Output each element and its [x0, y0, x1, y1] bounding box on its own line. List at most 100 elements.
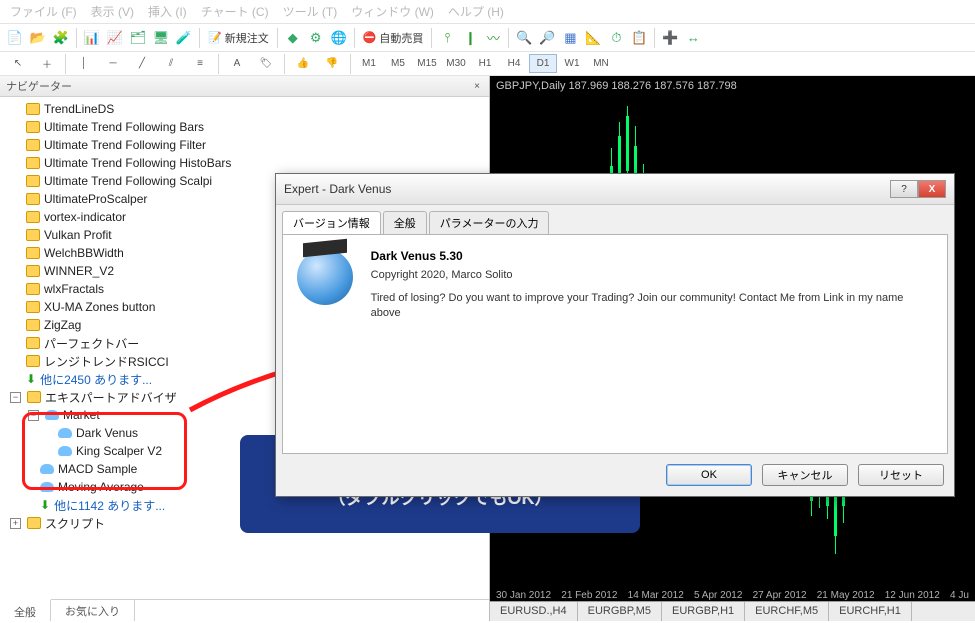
- terminal-icon[interactable]: 🖥: [150, 27, 172, 49]
- indicator-item[interactable]: Ultimate Trend Following Filter: [0, 136, 489, 154]
- help-button[interactable]: ?: [890, 180, 918, 198]
- trendline-icon[interactable]: ╱: [128, 54, 156, 73]
- line-chart-icon[interactable]: 〰: [482, 27, 504, 49]
- vline-icon[interactable]: │: [70, 54, 98, 73]
- tf-h1[interactable]: H1: [471, 54, 499, 73]
- tab-favorites[interactable]: お気に入り: [51, 600, 135, 621]
- navigator-icon[interactable]: 🗂: [127, 27, 149, 49]
- menu-help[interactable]: ヘルプ (H): [448, 3, 504, 20]
- chart-tab[interactable]: EURGBP,M5: [578, 602, 662, 621]
- tf-m5[interactable]: M5: [384, 54, 412, 73]
- indicator-icon: [26, 355, 40, 367]
- templates-icon[interactable]: 📋: [628, 27, 650, 49]
- folder-icon: [27, 517, 41, 529]
- shift-icon[interactable]: ➕: [659, 27, 681, 49]
- indicator-item[interactable]: Ultimate Trend Following HistoBars: [0, 154, 489, 172]
- menu-insert[interactable]: 挿入 (I): [148, 3, 187, 20]
- reset-button[interactable]: リセット: [858, 464, 944, 486]
- menu-bar: ファイル (F) 表示 (V) 挿入 (I) チャート (C) ツール (T) …: [0, 0, 975, 24]
- indicator-item[interactable]: TrendLineDS: [0, 100, 489, 118]
- cancel-button[interactable]: キャンセル: [762, 464, 848, 486]
- navigator-title-bar: ナビゲーター ×: [0, 76, 489, 97]
- cursor-icon[interactable]: ↖: [4, 54, 32, 73]
- crosshair-icon[interactable]: ＋: [33, 54, 61, 73]
- menu-window[interactable]: ウィンドウ (W): [351, 3, 434, 20]
- expand-icon[interactable]: +: [10, 518, 21, 529]
- navigator-tabs: 全般 お気に入り: [0, 599, 489, 621]
- chart-tab[interactable]: EURUSD.,H4: [490, 602, 578, 621]
- tf-m15[interactable]: M15: [413, 54, 441, 73]
- ea-icon: [58, 446, 72, 456]
- indicator-icon: [26, 337, 40, 349]
- indicator-icon: [26, 283, 40, 295]
- zoom-out-icon[interactable]: 🔎: [536, 27, 558, 49]
- metaeditor-icon[interactable]: ◆: [282, 27, 304, 49]
- open-icon[interactable]: 📂: [27, 27, 49, 49]
- tab-inputs[interactable]: パラメーターの入力: [429, 211, 550, 234]
- indicator-item[interactable]: Ultimate Trend Following Bars: [0, 118, 489, 136]
- market-watch-icon[interactable]: 📊: [81, 27, 103, 49]
- dialog-footer: OK キャンセル リセット: [276, 454, 954, 496]
- new-chart-icon[interactable]: 📄: [4, 27, 26, 49]
- navigator-close-icon[interactable]: ×: [471, 81, 483, 92]
- chart-tab[interactable]: EURGBP,H1: [662, 602, 745, 621]
- data-window-icon[interactable]: 📈: [104, 27, 126, 49]
- dialog-title-bar[interactable]: Expert - Dark Venus ? X: [276, 174, 954, 205]
- close-button[interactable]: X: [918, 180, 946, 198]
- bar-chart-icon[interactable]: ⫯: [436, 27, 458, 49]
- fullscreen-icon[interactable]: 🌐: [328, 27, 350, 49]
- chart-tab[interactable]: EURCHF,M5: [745, 602, 829, 621]
- folder-icon: [27, 391, 41, 403]
- fibo-icon[interactable]: ≡: [186, 54, 214, 73]
- indicator-icon: [26, 157, 40, 169]
- tab-version[interactable]: バージョン情報: [282, 211, 381, 234]
- chart-tabs: EURUSD.,H4 EURGBP,M5 EURGBP,H1 EURCHF,M5…: [490, 601, 975, 621]
- menu-view[interactable]: 表示 (V): [91, 3, 134, 20]
- expert-dialog: Expert - Dark Venus ? X バージョン情報 全般 パラメータ…: [275, 173, 955, 497]
- menu-tools[interactable]: ツール (T): [283, 3, 338, 20]
- tf-m1[interactable]: M1: [355, 54, 383, 73]
- new-order-button[interactable]: 📝 新規注文: [204, 30, 273, 46]
- dialog-tabs: バージョン情報 全般 パラメーターの入力: [276, 205, 954, 234]
- hline-icon[interactable]: ─: [99, 54, 127, 73]
- tab-general[interactable]: 全般: [0, 599, 51, 621]
- indicator-icon: [26, 301, 40, 313]
- market-icon: [45, 410, 59, 420]
- tile-icon[interactable]: ▦: [559, 27, 581, 49]
- channel-icon[interactable]: ⫽: [157, 54, 185, 73]
- strategy-icon[interactable]: 🧪: [173, 27, 195, 49]
- indicator-icon: [26, 175, 40, 187]
- periods-icon[interactable]: ⏱: [605, 27, 627, 49]
- tf-h4[interactable]: H4: [500, 54, 528, 73]
- zoom-in-icon[interactable]: 🔍: [513, 27, 535, 49]
- chart-tab[interactable]: EURCHF,H1: [829, 602, 912, 621]
- indicator-icon: [26, 103, 40, 115]
- profile-icon[interactable]: 🧩: [50, 27, 72, 49]
- ea-icon: [58, 428, 72, 438]
- toolbar-drawing: ↖ ＋ │ ─ ╱ ⫽ ≡ A 🏷 👍 👎 M1 M5 M15 M30 H1 H…: [0, 52, 975, 76]
- indicator-icon: [26, 193, 40, 205]
- label-icon[interactable]: 🏷: [252, 54, 280, 73]
- indicators-icon[interactable]: 📐: [582, 27, 604, 49]
- tf-d1[interactable]: D1: [529, 54, 557, 73]
- tf-m30[interactable]: M30: [442, 54, 470, 73]
- candle-chart-icon[interactable]: ❙: [459, 27, 481, 49]
- collapse-icon[interactable]: −: [28, 410, 39, 421]
- tf-w1[interactable]: W1: [558, 54, 586, 73]
- dialog-body: Dark Venus 5.30 Copyright 2020, Marco So…: [282, 234, 948, 454]
- menu-chart[interactable]: チャート (C): [201, 3, 269, 20]
- options-icon[interactable]: ⚙: [305, 27, 327, 49]
- ok-button[interactable]: OK: [666, 464, 752, 486]
- tab-common[interactable]: 全般: [383, 211, 427, 234]
- menu-file[interactable]: ファイル (F): [10, 3, 77, 20]
- tf-mn[interactable]: MN: [587, 54, 615, 73]
- text-icon[interactable]: A: [223, 54, 251, 73]
- scroll-icon[interactable]: ↔: [682, 27, 704, 49]
- collapse-icon[interactable]: −: [10, 392, 21, 403]
- auto-trade-button[interactable]: ⛔ 自動売買: [359, 30, 428, 46]
- thumb-down-icon[interactable]: 👎: [318, 54, 346, 73]
- dialog-title: Expert - Dark Venus: [284, 182, 391, 196]
- ea-icon: [40, 482, 54, 492]
- thumb-up-icon[interactable]: 👍: [289, 54, 317, 73]
- chart-symbol-label: GBPJPY,Daily 187.969 188.276 187.576 187…: [490, 76, 743, 96]
